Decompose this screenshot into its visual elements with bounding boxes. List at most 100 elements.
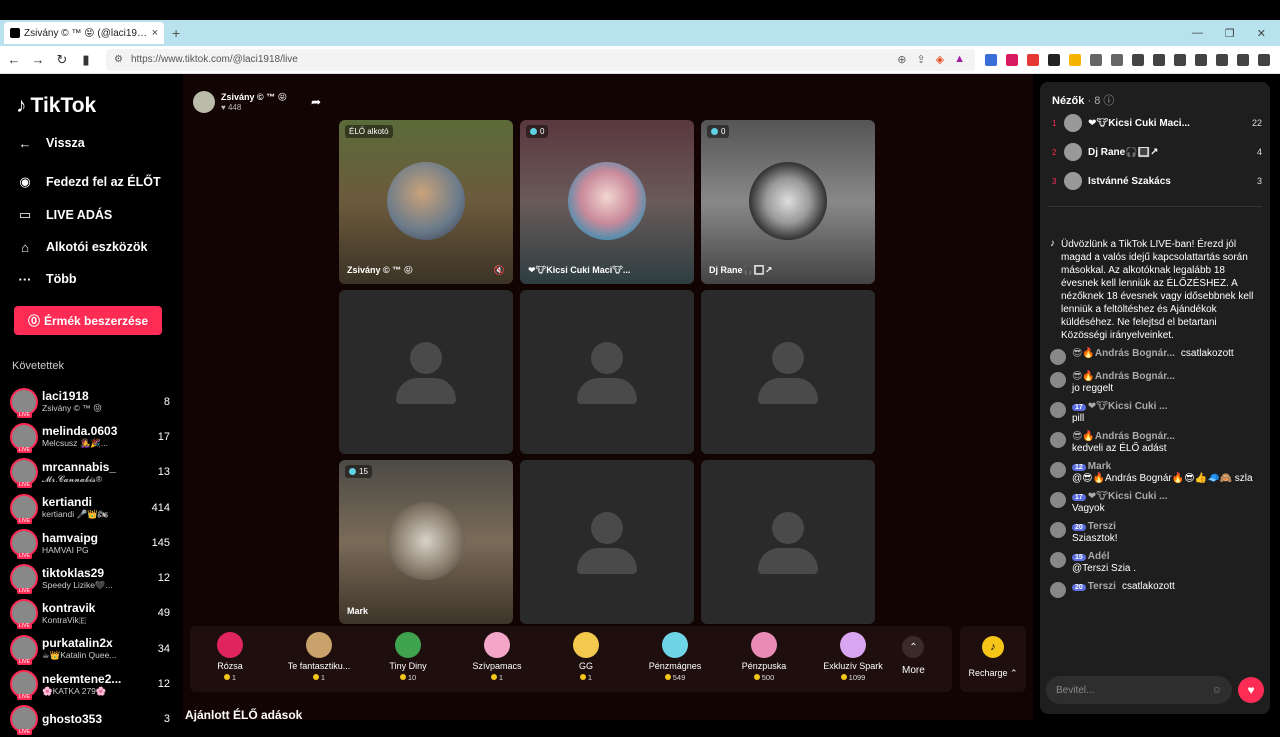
chat-username[interactable]: Terszi [1088, 581, 1116, 592]
minimize-icon[interactable]: — [1192, 27, 1203, 40]
url-field[interactable]: ⚙ https://www.tiktok.com/@laci1918/live … [106, 48, 975, 71]
avatar[interactable] [1050, 349, 1066, 365]
chat-username[interactable]: ❤🐮Kicsi Cuki ... [1088, 491, 1168, 502]
gift-item[interactable]: Pénzmágnes 549 [637, 632, 713, 682]
following-item[interactable]: LIVE kontravik KontraVik🇪 49 [10, 596, 170, 631]
avatar[interactable] [1050, 432, 1066, 448]
extension-icon[interactable] [1090, 53, 1102, 66]
get-coins-button[interactable]: ⓪ Érmék beszerzése [14, 306, 162, 335]
extension-icon[interactable] [1111, 53, 1123, 66]
following-item[interactable]: LIVE ghosto353 3 [10, 702, 170, 737]
chat-username[interactable]: 😎🔥András Bognár... [1072, 371, 1175, 382]
nav-back[interactable]: ← Vissza [16, 134, 85, 152]
top-viewer-row[interactable]: 3 Istvánné Szakács 3 [1052, 172, 1262, 190]
chat-username[interactable]: Mark [1088, 461, 1111, 472]
live-main-area: Zsivány © ™ 😝 ♥ 448 ➦ ÉLŐ alkotó Zsivány… [183, 74, 1033, 722]
close-tab-icon[interactable]: × [152, 27, 158, 39]
avatar[interactable] [1050, 552, 1066, 568]
gift-item[interactable]: Te fantasztiku... 1 [281, 632, 357, 682]
screenshot-icon[interactable] [1195, 53, 1207, 66]
browser-tab[interactable]: Zsivány © ™ 😝 (@laci1918) É... × [4, 22, 164, 44]
guest-cell[interactable]: 0 Dj Rane🎧🔳↗ [701, 120, 875, 284]
info-icon[interactable]: ⓘ [1103, 95, 1114, 107]
nav-label: LIVE ADÁS [46, 208, 113, 222]
following-viewer-count: 17 [157, 430, 170, 443]
like-heart-button[interactable]: ♥ [1238, 677, 1264, 703]
ai-icon[interactable] [1216, 53, 1228, 66]
share-page-icon[interactable]: ⇪ [916, 53, 925, 66]
gift-item[interactable]: GG 1 [548, 632, 624, 682]
gift-item[interactable]: Pénzpuska 500 [726, 632, 802, 682]
music-icon[interactable] [1132, 53, 1144, 66]
following-item[interactable]: LIVE laci1918 Zsivány © ™ 😝 8 [10, 384, 170, 419]
chat-username[interactable]: 😎🔥András Bognár... [1072, 348, 1175, 359]
top-viewer-row[interactable]: 2 Dj Rane🎧🔳↗ 4 [1052, 143, 1262, 161]
following-name: laci1918 [42, 389, 89, 404]
nav-live-broadcast[interactable]: ▭ LIVE ADÁS [16, 206, 112, 224]
wallet-icon[interactable] [1174, 53, 1186, 66]
site-settings-icon[interactable]: ⚙ [114, 54, 123, 65]
following-item[interactable]: LIVE mrcannabis_ 𝓜𝓻.𝓒𝓪𝓷𝓷𝓪𝓫𝓲𝓼® 13 [10, 455, 170, 490]
top-viewer-row[interactable]: 1 ❤🐮Kicsi Cuki Maci... 22 [1052, 114, 1262, 132]
extension-icon[interactable] [1048, 53, 1060, 66]
gift-item[interactable]: Exkluzív Spark 1099 [815, 632, 891, 682]
menu-icon[interactable] [1258, 53, 1270, 66]
brave-shield-icon[interactable]: ◈ [936, 53, 944, 66]
avatar[interactable] [1050, 372, 1066, 388]
guest-cell[interactable]: 0 ❤🐮Kicsi Cuki Maci🐮... [520, 120, 694, 284]
gift-item[interactable]: Szívpamacs 1 [459, 632, 535, 682]
gift-item[interactable]: Rózsa 1 [192, 632, 268, 682]
recharge-button[interactable]: ♪ Recharge ⌃ [960, 626, 1026, 692]
reload-icon[interactable]: ↻ [52, 52, 72, 68]
back-icon[interactable]: ← [4, 52, 24, 67]
forward-icon[interactable]: → [28, 52, 48, 67]
emoji-icon[interactable]: ☺ [1212, 685, 1222, 696]
avatar[interactable] [1050, 582, 1066, 598]
host-name[interactable]: Zsivány © ™ 😝 [221, 92, 287, 103]
nav-explore-live[interactable]: ◉ Fedezd fel az ÉLŐT [16, 173, 160, 191]
chat-user-line: 😎🔥András Bognár... [1072, 431, 1264, 442]
gift-item[interactable]: Tiny Diny 10 [370, 632, 446, 682]
extension-icon[interactable] [1069, 53, 1081, 66]
avatar[interactable] [1050, 462, 1066, 478]
sidebar-icon[interactable] [1153, 53, 1165, 66]
share-icon[interactable]: ➦ [311, 95, 321, 109]
extension-icon[interactable] [1027, 53, 1039, 66]
following-item[interactable]: LIVE purkatalin2x ☕👑Katalin Quee... 34 [10, 631, 170, 666]
extension-icon[interactable] [985, 53, 997, 66]
guest-cell-host[interactable]: ÉLŐ alkotó Zsivány © ™ 😝 🔇 [339, 120, 513, 284]
chat-username[interactable]: Terszi [1088, 521, 1116, 532]
close-window-icon[interactable]: ✕ [1257, 27, 1266, 40]
more-gifts-button[interactable]: ⌃ More [902, 636, 925, 676]
new-tab-button[interactable]: + [172, 25, 180, 41]
zoom-icon[interactable]: ⊕ [897, 53, 906, 66]
nav-creator-tools[interactable]: ⌂ Alkotói eszközök [16, 238, 147, 256]
empty-seat[interactable] [701, 460, 875, 624]
following-item[interactable]: LIVE hamvaipg HAMVAI PG 145 [10, 525, 170, 560]
guest-cell[interactable]: 15 Mark [339, 460, 513, 624]
avatar[interactable] [1050, 402, 1066, 418]
chat-input[interactable]: Bevitel... ☺ [1046, 676, 1232, 704]
following-item[interactable]: LIVE nekemtene2... 🌸KATKA 279🌸 12 [10, 666, 170, 701]
empty-seat[interactable] [520, 290, 694, 454]
avatar[interactable] [1050, 492, 1066, 508]
vpn-icon[interactable] [1237, 53, 1249, 66]
chat-username[interactable]: 😎🔥András Bognár... [1072, 431, 1175, 442]
following-item[interactable]: LIVE tiktoklas29 Speedy Lizike🖤... 12 [10, 560, 170, 595]
chat-username[interactable]: Adél [1088, 551, 1110, 562]
rewards-icon[interactable]: ▲ [954, 53, 965, 66]
bookmark-icon[interactable]: ▮ [76, 52, 96, 68]
extension-icon[interactable] [1006, 53, 1018, 66]
following-item[interactable]: LIVE kertiandi kertiandi 🎤👑🏍 414 [10, 490, 170, 525]
tiktok-logo[interactable]: ♪ TikTok [16, 94, 96, 118]
empty-seat[interactable] [701, 290, 875, 454]
host-avatar[interactable] [193, 91, 215, 113]
gift-icon [395, 632, 421, 658]
avatar[interactable] [1050, 522, 1066, 538]
empty-seat[interactable] [520, 460, 694, 624]
chat-username[interactable]: ❤🐮Kicsi Cuki ... [1088, 401, 1168, 412]
restore-icon[interactable]: ❐ [1225, 27, 1235, 40]
nav-more[interactable]: ··· Több [16, 270, 77, 288]
following-item[interactable]: LIVE melinda.0603 Melcsusz 👩‍🎤🎉... 17 [10, 419, 170, 454]
empty-seat[interactable] [339, 290, 513, 454]
